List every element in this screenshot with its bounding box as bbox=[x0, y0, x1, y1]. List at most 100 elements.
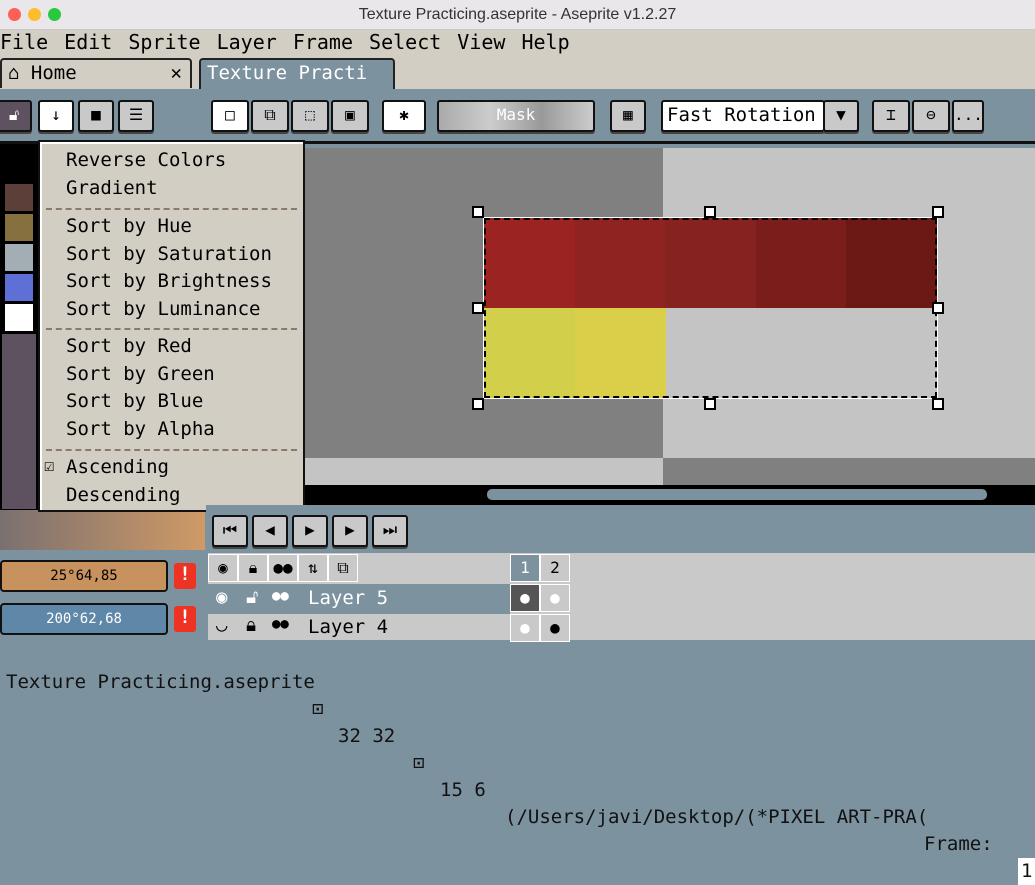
cel-icon[interactable]: ● bbox=[540, 614, 570, 642]
transform-handle[interactable] bbox=[472, 206, 484, 218]
menu-item-sort-green[interactable]: Sort by Green bbox=[66, 363, 215, 385]
transform-handle[interactable] bbox=[704, 206, 716, 218]
palette-swatch[interactable] bbox=[5, 274, 33, 301]
first-frame-icon[interactable]: ⏮ bbox=[212, 515, 248, 547]
unlock-icon[interactable]: 🔓︎ bbox=[246, 586, 258, 608]
menu-item-sort-alpha[interactable]: Sort by Alpha bbox=[66, 418, 215, 440]
foreground-color-button[interactable]: 25°64,85 bbox=[0, 560, 168, 592]
layer-name: Layer 4 bbox=[308, 616, 389, 638]
menu-layer[interactable]: Layer bbox=[217, 30, 293, 55]
menu-item-sort-red[interactable]: Sort by Red bbox=[66, 335, 192, 357]
layer-row-5[interactable]: ◉ 🔓︎ ●● Layer 5 bbox=[208, 584, 510, 614]
visibility-header-icon[interactable]: ◉ bbox=[208, 554, 238, 582]
palette-swatch[interactable] bbox=[5, 304, 33, 331]
last-frame-icon[interactable]: ⏭ bbox=[372, 515, 408, 547]
flip-horizontal-icon[interactable]: ⌶ bbox=[872, 100, 910, 132]
arrow-down-icon[interactable]: ↓ bbox=[38, 100, 74, 132]
scrollbar-thumb[interactable] bbox=[487, 489, 987, 500]
transform-handle[interactable] bbox=[932, 206, 944, 218]
subtract-selection-icon[interactable]: ⬚ bbox=[291, 100, 329, 132]
status-size: 32 32 bbox=[338, 725, 396, 747]
transform-handle[interactable] bbox=[704, 398, 716, 410]
intersect-selection-icon[interactable]: ▣ bbox=[331, 100, 369, 132]
tab-home[interactable]: ⌂ Home ✕ bbox=[0, 58, 192, 88]
cel-icon[interactable]: ● bbox=[540, 584, 570, 612]
continuous-icon[interactable]: ●● bbox=[272, 616, 289, 632]
palette-swatch[interactable] bbox=[5, 244, 33, 271]
frame-header-2[interactable]: 2 bbox=[540, 554, 570, 582]
transform-handle[interactable] bbox=[472, 302, 484, 314]
transform-handle[interactable] bbox=[932, 398, 944, 410]
continuous-header-icon[interactable]: ●● bbox=[268, 554, 298, 582]
context-toolbar: 🔓︎ ↓ ■ ☰ □ ⧉ ⬚ ▣ ✱ Mask ▦ Fast Rotation … bbox=[0, 89, 1035, 144]
menu-bar: File Edit Sprite Layer Frame Select View… bbox=[0, 30, 1035, 55]
chevron-down-icon[interactable]: ▼ bbox=[823, 100, 859, 132]
frame-input[interactable]: 1 bbox=[1018, 858, 1035, 885]
palette-swatch[interactable] bbox=[5, 214, 33, 241]
palette-swatch[interactable] bbox=[5, 184, 33, 211]
menu-item-sort-brightness[interactable]: Sort by Brightness bbox=[66, 270, 272, 292]
lock-icon[interactable]: 🔓︎ bbox=[0, 100, 32, 132]
transparent-mask-icon[interactable]: ▦ bbox=[610, 100, 646, 132]
continuous-icon[interactable]: ●● bbox=[272, 588, 289, 604]
menu-item-reverse-colors[interactable]: Reverse Colors bbox=[66, 149, 226, 171]
lock-icon[interactable]: 🔒︎ bbox=[246, 614, 256, 636]
pivot-icon[interactable]: ✱ bbox=[382, 100, 426, 132]
close-window-button[interactable] bbox=[8, 8, 21, 21]
onion-skin-icon[interactable]: ⧉ bbox=[328, 554, 358, 582]
menu-item-gradient[interactable]: Gradient bbox=[66, 177, 158, 199]
transform-handle[interactable] bbox=[932, 302, 944, 314]
window-titlebar: Texture Practicing.aseprite - Aseprite v… bbox=[0, 0, 1035, 30]
previous-frame-icon[interactable]: ◀ bbox=[252, 515, 288, 547]
zoom-window-button[interactable] bbox=[48, 8, 61, 21]
palette-sort-menu: Reverse Colors Gradient Sort by Hue Sort… bbox=[38, 140, 305, 512]
menu-item-sort-hue[interactable]: Sort by Hue bbox=[66, 215, 192, 237]
background-color-button[interactable]: 200°62,68 bbox=[0, 603, 168, 635]
close-tab-icon[interactable]: ✕ bbox=[171, 62, 182, 84]
menu-edit[interactable]: Edit bbox=[64, 30, 128, 55]
mask-button[interactable]: Mask bbox=[437, 100, 595, 132]
color-spectrum[interactable] bbox=[2, 419, 36, 509]
menu-help[interactable]: Help bbox=[521, 30, 585, 55]
menu-lines-icon[interactable]: ☰ bbox=[118, 100, 154, 132]
menu-file[interactable]: File bbox=[0, 30, 64, 55]
canvas-area[interactable] bbox=[305, 148, 1035, 485]
sprite-selection[interactable] bbox=[472, 206, 944, 410]
checker-cell bbox=[305, 458, 663, 485]
square-icon[interactable]: ■ bbox=[78, 100, 114, 132]
menu-sprite[interactable]: Sprite bbox=[128, 30, 216, 55]
menu-item-ascending[interactable]: Ascending bbox=[66, 456, 169, 478]
menu-view[interactable]: View bbox=[457, 30, 521, 55]
flip-vertical-icon[interactable]: ⊖ bbox=[912, 100, 950, 132]
rotation-algorithm-select[interactable]: Fast Rotation bbox=[661, 100, 825, 132]
layer-name: Layer 5 bbox=[308, 587, 389, 609]
replace-selection-icon[interactable]: □ bbox=[211, 100, 249, 132]
tab-texture-practicing[interactable]: Texture Practi ● bbox=[199, 58, 395, 106]
transform-handle[interactable] bbox=[472, 398, 484, 410]
menu-item-sort-saturation[interactable]: Sort by Saturation bbox=[66, 243, 272, 265]
eye-icon[interactable]: ◉ bbox=[216, 586, 227, 608]
tab-bar: ⌂ Home ✕ Texture Practi ● bbox=[0, 55, 1035, 106]
warning-icon[interactable]: ! bbox=[174, 606, 196, 632]
lock-header-icon[interactable]: 🔒︎ bbox=[238, 554, 268, 582]
position-icon: ⊡ bbox=[413, 752, 425, 774]
frame-header-1[interactable]: 1 bbox=[510, 554, 540, 582]
menu-select[interactable]: Select bbox=[369, 30, 457, 55]
menu-item-sort-luminance[interactable]: Sort by Luminance bbox=[66, 298, 260, 320]
cel-icon[interactable]: ● bbox=[510, 614, 540, 642]
layer-row-4[interactable]: ◡ 🔒︎ ●● Layer 4 bbox=[208, 614, 510, 640]
menu-item-sort-blue[interactable]: Sort by Blue bbox=[66, 390, 203, 412]
more-options-button[interactable]: ... bbox=[952, 100, 984, 132]
eye-closed-icon[interactable]: ◡ bbox=[216, 614, 227, 636]
layer-link-icon[interactable]: ⇅ bbox=[298, 554, 328, 582]
play-icon[interactable]: ▶ bbox=[292, 515, 328, 547]
warning-icon[interactable]: ! bbox=[174, 563, 196, 589]
alpha-bar[interactable] bbox=[0, 510, 205, 550]
horizontal-scrollbar[interactable] bbox=[305, 485, 1035, 505]
add-selection-icon[interactable]: ⧉ bbox=[251, 100, 289, 132]
cel-icon[interactable]: ● bbox=[510, 584, 540, 612]
menu-item-descending[interactable]: Descending bbox=[66, 484, 180, 506]
minimize-window-button[interactable] bbox=[28, 8, 41, 21]
menu-frame[interactable]: Frame bbox=[293, 30, 369, 55]
next-frame-icon[interactable]: ▶ bbox=[332, 515, 368, 547]
